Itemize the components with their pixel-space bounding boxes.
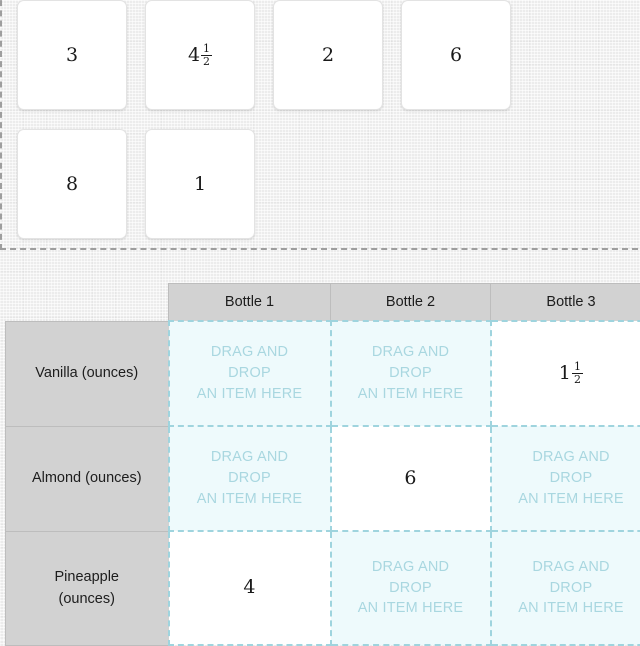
- draggable-tile[interactable]: 6: [401, 0, 511, 110]
- number-value: 3: [66, 46, 78, 65]
- fraction-part: 12: [572, 361, 583, 385]
- fraction-part: 12: [201, 43, 212, 67]
- number-value: 412: [188, 43, 212, 67]
- filled-drop-cell[interactable]: 6: [331, 426, 491, 531]
- whole-part: 1: [559, 364, 571, 383]
- row-header-line-1: Vanilla (ounces): [12, 362, 162, 384]
- row-header-pineapple: Pineapple(ounces): [6, 531, 169, 645]
- table-row: Vanilla (ounces) DRAG ANDDROPAN ITEM HERE…: [6, 321, 640, 426]
- empty-drop-cell[interactable]: DRAG ANDDROPAN ITEM HERE: [331, 321, 491, 426]
- table-body: Vanilla (ounces)DRAG ANDDROPAN ITEM HERE…: [6, 321, 640, 645]
- drag-drop-table: Bottle 1 Bottle 2 Bottle 3 Vanilla (ounc…: [5, 283, 640, 646]
- whole-part: 2: [322, 46, 334, 65]
- tray-row-1: 341226: [17, 0, 627, 110]
- dropzone-placeholder-line-1: DRAG AND: [170, 447, 330, 468]
- dropzone-placeholder-line-2: DROP: [332, 363, 490, 384]
- dropzone-placeholder-line-3: AN ITEM HERE: [332, 598, 490, 619]
- empty-drop-cell[interactable]: DRAG ANDDROPAN ITEM HERE: [331, 531, 491, 645]
- row-header-line-1: Pineapple: [12, 566, 162, 588]
- draggable-tile[interactable]: 1: [145, 129, 255, 239]
- whole-part: 6: [450, 46, 462, 65]
- dropzone-placeholder-line-2: DROP: [170, 363, 330, 384]
- dropzone-placeholder-line-3: AN ITEM HERE: [170, 489, 330, 510]
- fraction-numerator: 1: [201, 43, 212, 54]
- whole-part: 4: [243, 578, 255, 597]
- draggable-tile[interactable]: 8: [17, 129, 127, 239]
- dropzone-placeholder-line-1: DRAG AND: [492, 447, 640, 468]
- column-header-bottle-3: Bottle 3: [491, 284, 640, 322]
- dropzone-placeholder-line-2: DROP: [170, 468, 330, 489]
- item-tray: 341226 81: [0, 0, 638, 250]
- dropzone-placeholder-line-3: AN ITEM HERE: [492, 598, 640, 619]
- column-header-bottle-2: Bottle 2: [331, 284, 491, 322]
- draggable-tile[interactable]: 2: [273, 0, 383, 110]
- whole-part: 4: [188, 46, 200, 65]
- table-row: Pineapple(ounces) 4 DRAG ANDDROPAN ITEM HE…: [6, 531, 640, 645]
- draggable-tile[interactable]: 412: [145, 0, 255, 110]
- dropzone-placeholder-line-2: DROP: [492, 578, 640, 599]
- empty-drop-cell[interactable]: DRAG ANDDROPAN ITEM HERE: [169, 321, 331, 426]
- dropzone-placeholder-line-1: DRAG AND: [492, 557, 640, 578]
- drag-drop-table-container: Bottle 1 Bottle 2 Bottle 3 Vanilla (ounc…: [0, 283, 640, 646]
- row-header-vanilla: Vanilla (ounces): [6, 321, 169, 426]
- fraction-denominator: 2: [201, 55, 212, 67]
- dropzone-placeholder-line-1: DRAG AND: [170, 342, 330, 363]
- row-header-line-1: Almond (ounces): [12, 467, 162, 489]
- dropzone-placeholder-line-1: DRAG AND: [332, 557, 490, 578]
- row-header-almond: Almond (ounces): [6, 426, 169, 531]
- tray-row-2: 81: [17, 129, 627, 239]
- table-header-row: Bottle 1 Bottle 2 Bottle 3: [6, 284, 640, 322]
- empty-drop-cell[interactable]: DRAG ANDDROPAN ITEM HERE: [491, 531, 640, 645]
- empty-drop-cell[interactable]: DRAG ANDDROPAN ITEM HERE: [491, 426, 640, 531]
- number-value: 6: [404, 469, 416, 488]
- dropzone-placeholder-line-2: DROP: [492, 468, 640, 489]
- number-value: 2: [322, 46, 334, 65]
- whole-part: 3: [66, 46, 78, 65]
- dropzone-placeholder-line-2: DROP: [332, 578, 490, 599]
- item-tray-inner: 341226 81: [17, 0, 627, 258]
- column-header-bottle-1: Bottle 1: [169, 284, 331, 322]
- fraction-numerator: 1: [572, 361, 583, 372]
- table-row: Almond (ounces)DRAG ANDDROPAN ITEM HERE6…: [6, 426, 640, 531]
- dropzone-placeholder-line-3: AN ITEM HERE: [170, 384, 330, 405]
- draggable-tile[interactable]: 3: [17, 0, 127, 110]
- whole-part: 6: [404, 469, 416, 488]
- empty-drop-cell[interactable]: DRAG ANDDROPAN ITEM HERE: [169, 426, 331, 531]
- row-header-line-2: (ounces): [12, 588, 162, 610]
- number-value: 4: [243, 578, 255, 597]
- table-head: Bottle 1 Bottle 2 Bottle 3: [6, 284, 640, 322]
- dropzone-placeholder-line-3: AN ITEM HERE: [332, 384, 490, 405]
- table-corner-cell: [6, 284, 169, 322]
- number-value: 8: [66, 175, 78, 194]
- number-value: 112: [559, 361, 584, 385]
- whole-part: 1: [194, 175, 206, 194]
- number-value: 1: [194, 175, 206, 194]
- filled-drop-cell[interactable]: 4: [169, 531, 331, 645]
- whole-part: 8: [66, 175, 78, 194]
- dropzone-placeholder-line-3: AN ITEM HERE: [492, 489, 640, 510]
- number-value: 6: [450, 46, 462, 65]
- fraction-denominator: 2: [572, 373, 583, 385]
- filled-drop-cell[interactable]: 112: [491, 321, 640, 426]
- dropzone-placeholder-line-1: DRAG AND: [332, 342, 490, 363]
